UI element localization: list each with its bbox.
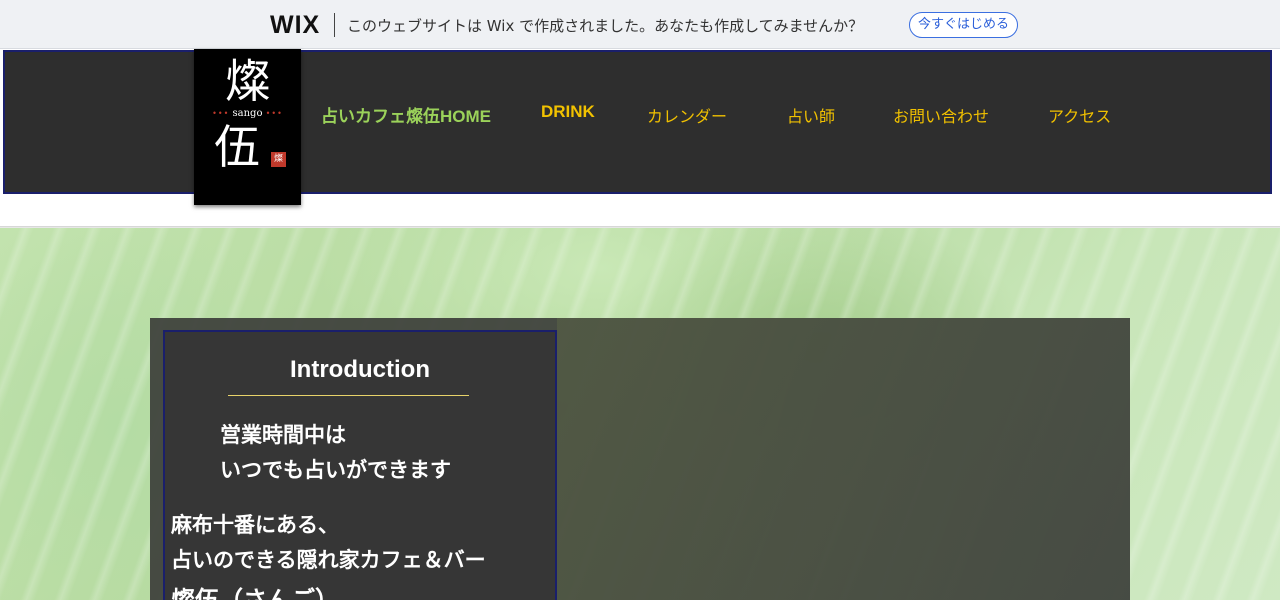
nav-calendar[interactable]: カレンダー: [647, 103, 727, 126]
wix-banner: WIX このウェブサイトは Wix で作成されました。あなたも作成してみませんか…: [0, 0, 1280, 49]
intro-line: 占いのできる隠れ家カフェ＆バー: [171, 548, 486, 572]
wix-logo[interactable]: WIX: [270, 11, 320, 40]
wix-separator: [334, 13, 335, 37]
nav-drink[interactable]: DRINK: [541, 102, 595, 124]
logo-wordmark: ••• sango •••: [194, 108, 301, 119]
logo-mid-text: sango: [232, 108, 263, 119]
content-panel-image: [557, 318, 1130, 600]
intro-line: いつでも占いができます: [220, 458, 451, 482]
nav-access[interactable]: アクセス: [1048, 103, 1111, 126]
nav-home[interactable]: 占いカフェ燦伍HOME: [321, 102, 491, 126]
wix-start-now-button[interactable]: 今すぐはじめる: [909, 12, 1019, 38]
intro-line: 麻布十番にある、: [171, 513, 339, 537]
wix-banner-message: このウェブサイトは Wix で作成されました。あなたも作成してみませんか？: [347, 17, 864, 35]
introduction-box: Introduction 営業時間中は いつでも占いができます 麻布十番にある、…: [163, 330, 557, 600]
logo-bottom-glyph: 伍: [214, 120, 260, 174]
introduction-divider: [228, 395, 469, 396]
intro-line: 燦伍（さんご）: [171, 586, 339, 600]
site-logo[interactable]: 燦 ••• sango ••• 伍 燦: [194, 49, 301, 205]
logo-dots-right-icon: •••: [265, 109, 283, 118]
logo-dots-left-icon: •••: [212, 109, 230, 118]
intro-line: 営業時間中は: [220, 423, 346, 447]
nav-contact[interactable]: お問い合わせ: [893, 103, 989, 126]
introduction-title: Introduction: [290, 356, 430, 383]
logo-seal-icon: 燦: [271, 152, 286, 167]
logo-top-glyph: 燦: [224, 54, 271, 108]
nav-fortune-tellers[interactable]: 占い師: [787, 103, 835, 126]
